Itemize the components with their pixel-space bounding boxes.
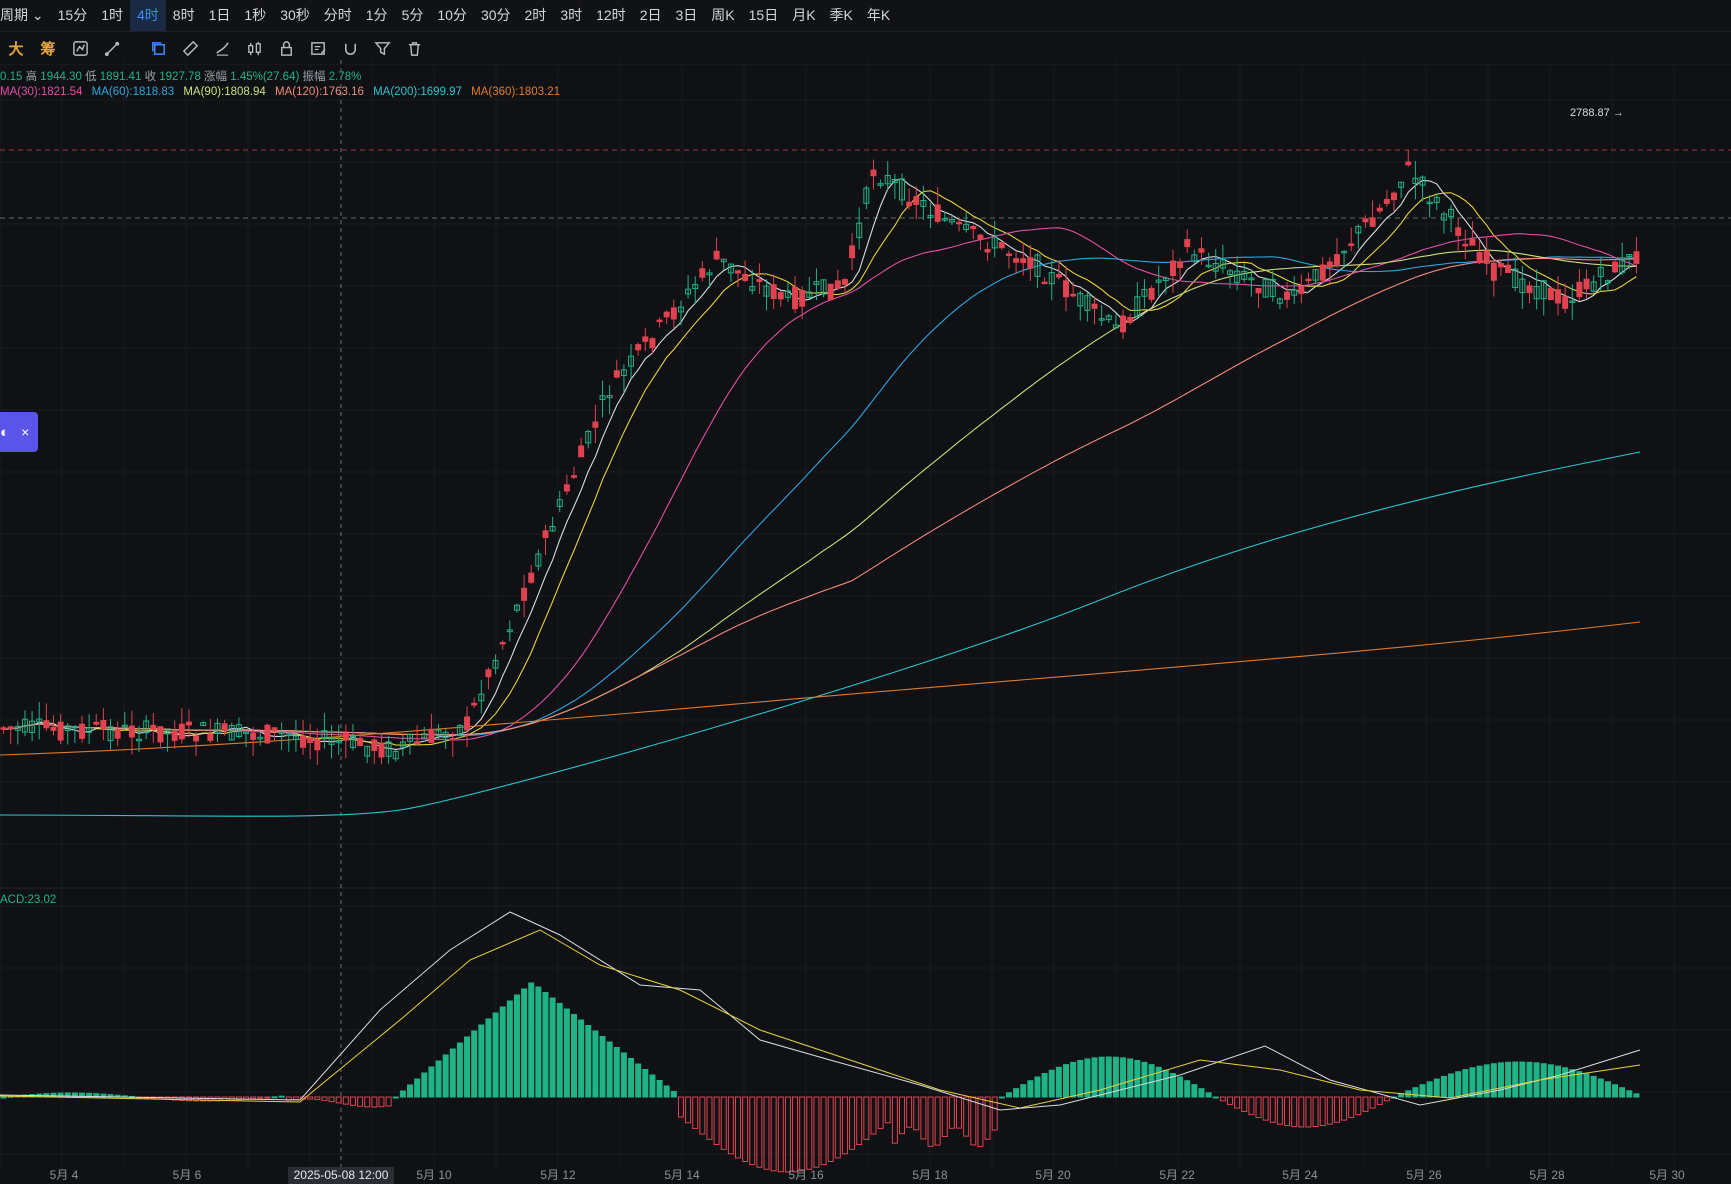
ma60-label: MA(60):1818.83 [91, 86, 175, 98]
period-11[interactable]: 30分 [474, 0, 518, 31]
period-12[interactable]: 2时 [518, 0, 554, 31]
period-4[interactable]: 1日 [202, 0, 238, 31]
change-value: 1.45%(27.64) [230, 71, 300, 83]
drawing-toolbar: 大 筹 [0, 32, 1731, 65]
period-19[interactable]: 月K [785, 0, 822, 31]
lock-icon[interactable] [270, 32, 302, 64]
x-axis-label: 5月 26 [1406, 1168, 1442, 1182]
x-axis-label: 5月 6 [173, 1168, 202, 1182]
macd-label: ACD:23.02 [0, 894, 57, 906]
x-axis-label: 5月 14 [664, 1168, 700, 1182]
candle-style-icon[interactable] [238, 32, 270, 64]
brush-icon[interactable] [206, 32, 238, 64]
x-axis-label: 5月 30 [1649, 1168, 1685, 1182]
indicator-icon[interactable] [64, 32, 96, 64]
x-axis-label: 5月 12 [540, 1168, 576, 1182]
ohlc-readout: 0.15 高 1944.30 低 1891.41 收 1927.78 涨幅 1.… [0, 68, 361, 84]
copy-shape-icon[interactable] [142, 32, 174, 64]
chart-canvas[interactable]: 2788.87 → 5月 4 5月 6 5月 10 5月 12 5月 14 5月 16 5月 … [0, 0, 1731, 1184]
period-6[interactable]: 30秒 [273, 0, 317, 31]
period-0[interactable]: 15分 [51, 0, 95, 31]
filter-icon[interactable] [366, 32, 398, 64]
ma90-label: MA(90):1808.94 [183, 86, 266, 98]
widget-icon: ◐ [0, 423, 10, 441]
ruler-icon[interactable] [174, 32, 206, 64]
ma30-label: MA(30):1821.54 [0, 86, 83, 98]
ma360-label: MA(360):1803.21 [471, 86, 561, 98]
period-20[interactable]: 季K [823, 0, 860, 31]
ma120-label: MA(120):1763.16 [275, 86, 364, 98]
crosshair-label: 2025-05-08 12:00 [294, 1168, 389, 1182]
close-icon[interactable]: × [21, 424, 29, 440]
period-17[interactable]: 周K [704, 0, 741, 31]
close-value: 1927.78 [159, 71, 201, 83]
x-axis-label: 5月 28 [1529, 1168, 1565, 1182]
period-7[interactable]: 分时 [317, 0, 359, 31]
high-value: 1944.30 [40, 71, 82, 83]
period-14[interactable]: 12时 [589, 0, 633, 31]
price-annotation: 2788.87 → [1570, 107, 1624, 119]
x-axis-label: 5月 18 [912, 1168, 948, 1182]
floating-widget[interactable]: ◐ × [0, 412, 38, 452]
trash-icon[interactable] [398, 32, 430, 64]
high-label: 高 [25, 71, 38, 83]
low-value: 1891.41 [99, 71, 142, 83]
period-toolbar: 周期 ⌄ 15分 1时 4时 8时 1日 1秒 30秒 分时 1分 5分 10分 30分 2时 3时 12时… [0, 0, 1731, 32]
ma200-label: MA(200):1699.97 [373, 86, 462, 98]
period-9[interactable]: 5分 [395, 0, 431, 31]
ma-legend: MA(30):1821.54 MA(60):1818.83 MA(90):180… [0, 86, 566, 98]
amp-value: 2.78% [328, 71, 362, 83]
note-icon[interactable] [302, 32, 334, 64]
period-10[interactable]: 10分 [430, 0, 474, 31]
low-label: 低 [85, 71, 97, 83]
tool-text-a[interactable]: 大 [0, 32, 32, 64]
period-1[interactable]: 1时 [94, 0, 130, 31]
period-15[interactable]: 2日 [633, 0, 669, 31]
period-2[interactable]: 4时 [130, 0, 166, 31]
period-18[interactable]: 15日 [742, 0, 786, 31]
x-axis-label: 5月 4 [50, 1168, 79, 1182]
x-axis-label: 5月 20 [1035, 1168, 1071, 1182]
drawing-icon[interactable] [96, 32, 128, 64]
x-axis-label: 5月 16 [788, 1168, 824, 1182]
x-axis-label: 5月 22 [1159, 1168, 1195, 1182]
period-dropdown[interactable]: 周期 ⌄ [0, 0, 51, 31]
period-8[interactable]: 1分 [359, 0, 395, 31]
x-axis-label: 5月 24 [1282, 1168, 1318, 1182]
period-13[interactable]: 3时 [553, 0, 589, 31]
period-3[interactable]: 8时 [166, 0, 202, 31]
open-value: 0.15 [0, 71, 23, 83]
close-label: 收 [144, 71, 157, 83]
tool-text-b[interactable]: 筹 [32, 32, 64, 64]
period-16[interactable]: 3日 [668, 0, 704, 31]
period-21[interactable]: 年K [860, 0, 897, 31]
period-5[interactable]: 1秒 [237, 0, 273, 31]
x-axis-label: 5月 10 [416, 1168, 452, 1182]
magnet-icon[interactable] [334, 32, 366, 64]
change-label: 涨幅 [204, 71, 228, 83]
amp-label: 振幅 [302, 71, 326, 83]
